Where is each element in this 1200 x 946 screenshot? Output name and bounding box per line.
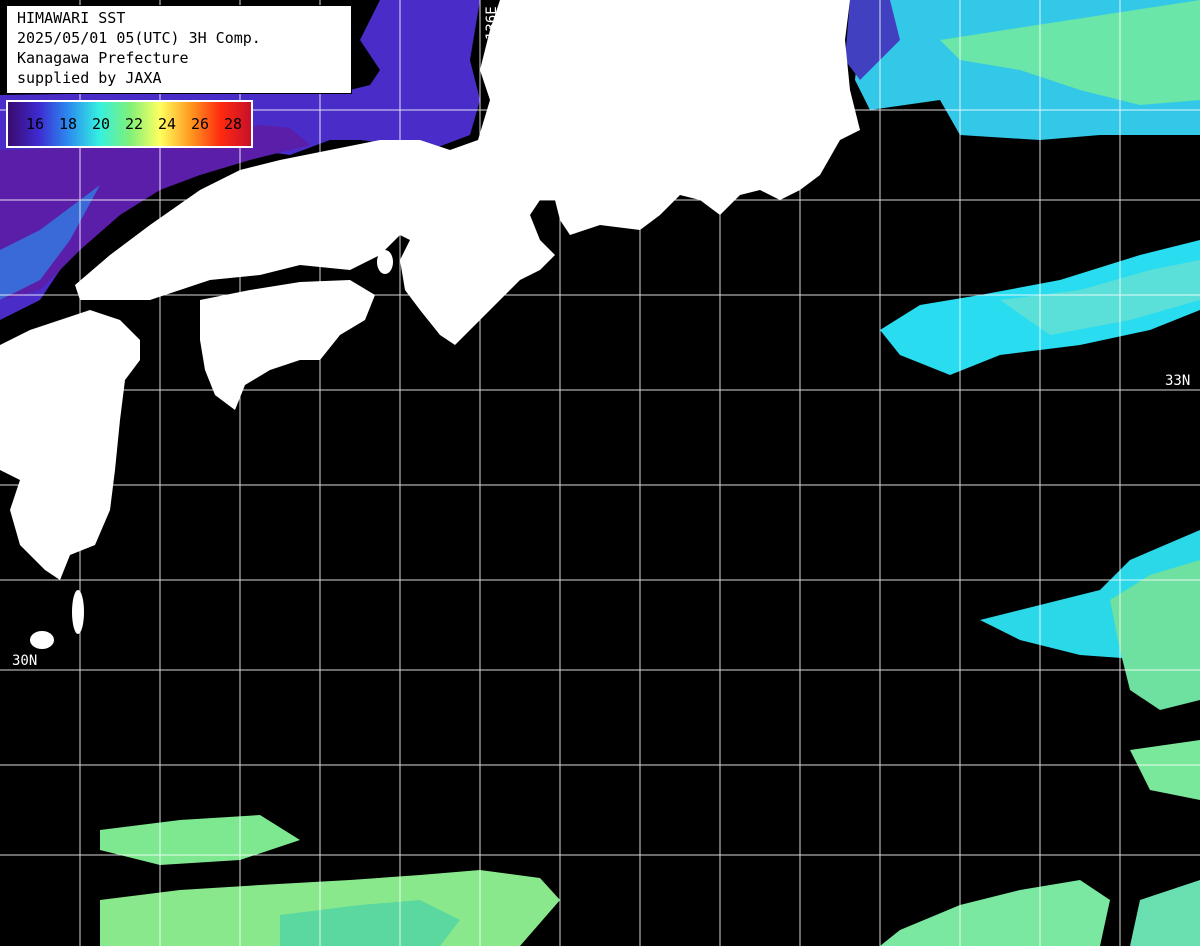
lat-label-30n: 30N <box>12 653 38 669</box>
info-datetime: 2025/05/01 05(UTC) 3H Comp. <box>17 29 261 47</box>
info-credit: supplied by JAXA <box>17 69 162 87</box>
lat-label-33n-left: 33N <box>10 373 36 389</box>
legend-label-22: 22 <box>125 115 144 133</box>
color-legend: 16 18 20 22 24 26 28 <box>6 100 253 148</box>
legend-label-16: 16 <box>26 115 45 133</box>
info-title: HIMAWARI SST <box>17 9 126 27</box>
info-box: HIMAWARI SST 2025/05/01 05(UTC) 3H Comp.… <box>6 5 352 94</box>
legend-label-26: 26 <box>191 115 210 133</box>
info-region: Kanagawa Prefecture <box>17 49 189 67</box>
legend-label-28: 28 <box>224 115 243 133</box>
legend-label-24: 24 <box>158 115 177 133</box>
color-legend-labels: 16 18 20 22 24 26 28 <box>26 115 257 133</box>
legend-label-20: 20 <box>92 115 111 133</box>
land-island-tanegashima <box>72 590 84 634</box>
lon-label-136e: 136E <box>484 6 500 40</box>
legend-label-18: 18 <box>59 115 78 133</box>
lat-label-33n-right: 33N <box>1165 373 1191 389</box>
land-island-yakushima <box>30 631 54 649</box>
land-island-awaji <box>377 250 393 274</box>
